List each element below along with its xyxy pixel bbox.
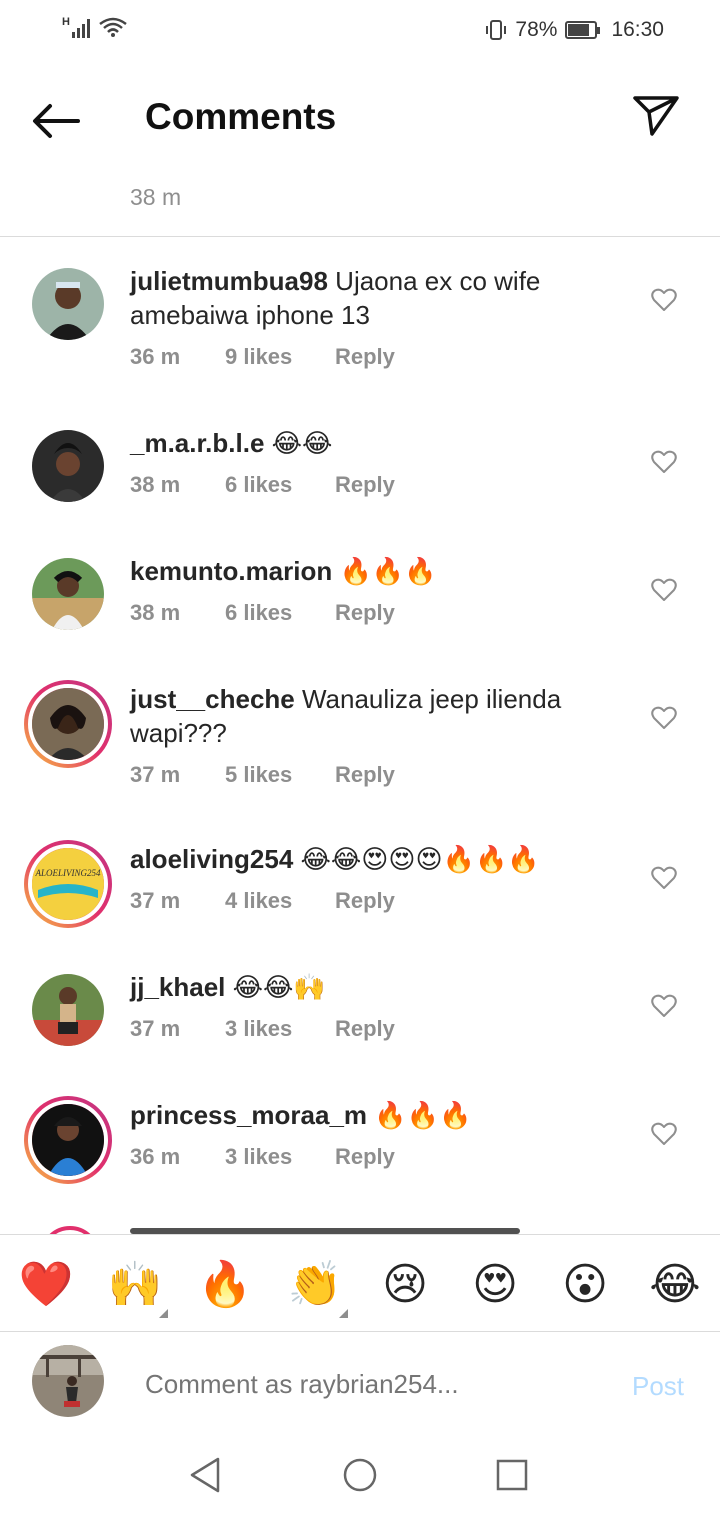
comment-username[interactable]: jj_khael <box>130 972 225 1002</box>
page-title: Comments <box>145 96 337 137</box>
share-send-icon[interactable] <box>632 94 680 138</box>
comment-body: 🔥🔥🔥 <box>367 1100 472 1130</box>
avatar[interactable] <box>32 558 104 630</box>
post-button[interactable]: Post <box>632 1371 684 1402</box>
comment-time: 38 m <box>130 600 181 625</box>
comment-time: 37 m <box>130 888 181 913</box>
clock: 16:30 <box>611 18 664 41</box>
comment-text: julietmumbua98 Ujaona ex co wife amebaiw… <box>130 264 600 332</box>
avatar[interactable] <box>32 974 104 1046</box>
comment-time: 36 m <box>130 344 181 369</box>
vibrate-icon <box>486 20 507 40</box>
like-heart-icon[interactable] <box>651 706 677 730</box>
like-heart-icon[interactable] <box>651 866 677 890</box>
comment-meta: 37 m 5 likes Reply <box>130 762 395 788</box>
comment-body: 😂😂🙌 <box>225 972 326 1002</box>
reply-button[interactable]: Reply <box>335 472 395 498</box>
comment-likes[interactable]: 3 likes <box>225 1016 335 1042</box>
partial-comment <box>0 1218 720 1234</box>
signal-area: H <box>62 16 128 38</box>
skin-tone-indicator <box>339 1309 348 1318</box>
system-nav-bar <box>0 1433 720 1520</box>
reply-button[interactable]: Reply <box>335 762 395 788</box>
reaction-emoji[interactable]: 🔥 <box>197 1259 253 1311</box>
comment-text: aloeliving254 😂😂😍😍😍🔥🔥🔥 <box>130 842 600 876</box>
status-bar: H 78% 16:30 <box>0 0 720 62</box>
my-avatar <box>32 1345 104 1417</box>
avatar[interactable] <box>24 680 112 768</box>
back-arrow-icon[interactable] <box>30 102 82 140</box>
battery-icon <box>565 21 601 39</box>
comment-username[interactable]: julietmumbua98 <box>130 266 328 296</box>
comment-likes[interactable]: 6 likes <box>225 472 335 498</box>
comment-input[interactable] <box>145 1369 605 1400</box>
reply-button[interactable]: Reply <box>335 600 395 626</box>
reaction-emoji[interactable]: 🙌 <box>107 1259 163 1311</box>
comment-body: 🔥🔥🔥 <box>332 556 437 586</box>
avatar[interactable] <box>32 430 104 502</box>
skin-tone-indicator <box>159 1309 168 1318</box>
comment-text: jj_khael 😂😂🙌 <box>130 970 600 1004</box>
network-type: H <box>62 16 70 28</box>
caption-timestamp: 38 m <box>130 184 182 210</box>
comment-meta: 36 m 9 likes Reply <box>130 344 395 370</box>
emoji-reaction-bar: ❤️ 🙌 🔥 👏 😢 😍 😮 😂 <box>0 1234 720 1332</box>
reaction-emoji[interactable]: 👏 <box>287 1259 343 1311</box>
comment-meta: 38 m 6 likes Reply <box>130 472 395 498</box>
comment-likes[interactable]: 5 likes <box>225 762 335 788</box>
like-heart-icon[interactable] <box>651 578 677 602</box>
reply-button[interactable]: Reply <box>335 1016 395 1042</box>
comment-username[interactable]: _m.a.r.b.l.e <box>130 428 264 458</box>
like-heart-icon[interactable] <box>651 450 677 474</box>
reply-button[interactable]: Reply <box>335 1144 395 1170</box>
avatar[interactable] <box>32 268 104 340</box>
comment-time: 37 m <box>130 762 181 787</box>
battery-percent: 78% <box>515 18 558 41</box>
comment-likes[interactable]: 3 likes <box>225 1144 335 1170</box>
like-heart-icon[interactable] <box>651 994 677 1018</box>
reaction-emoji[interactable]: 😂 <box>647 1259 703 1311</box>
comment-time: 36 m <box>130 1144 181 1169</box>
comment-meta: 38 m 6 likes Reply <box>130 600 395 626</box>
comment-body: 😂😂 <box>264 428 333 458</box>
comment-username[interactable]: just__cheche <box>130 684 295 714</box>
comment-likes[interactable]: 6 likes <box>225 600 335 626</box>
comment-likes[interactable]: 4 likes <box>225 888 335 914</box>
reply-button[interactable]: Reply <box>335 888 395 914</box>
svg-text:ALOELIVING254: ALOELIVING254 <box>35 868 101 878</box>
comment-text: princess_moraa_m 🔥🔥🔥 <box>130 1098 600 1132</box>
comment-username[interactable]: princess_moraa_m <box>130 1100 367 1130</box>
signal-icon <box>71 18 90 38</box>
like-heart-icon[interactable] <box>651 1122 677 1146</box>
nav-recents-icon[interactable] <box>492 1455 532 1495</box>
status-right: 78% 16:30 <box>485 18 664 42</box>
nav-home-icon[interactable] <box>340 1455 380 1495</box>
like-heart-icon[interactable] <box>651 288 677 312</box>
reaction-emoji[interactable]: 😮 <box>557 1259 613 1311</box>
comment-likes[interactable]: 9 likes <box>225 344 335 370</box>
avatar[interactable] <box>24 1096 112 1184</box>
comment-meta: 36 m 3 likes Reply <box>130 1144 395 1170</box>
comment-text: just__cheche Wanauliza jeep ilienda wapi… <box>130 682 600 750</box>
comment-time: 38 m <box>130 472 181 497</box>
comment-body: 😂😂😍😍😍🔥🔥🔥 <box>293 844 540 874</box>
comment-time: 37 m <box>130 1016 181 1041</box>
reaction-emoji[interactable]: ❤️ <box>18 1259 74 1311</box>
reply-button[interactable]: Reply <box>335 344 395 370</box>
comment-text: kemunto.marion 🔥🔥🔥 <box>130 554 600 588</box>
wifi-icon <box>99 17 127 37</box>
reaction-emoji[interactable]: 😍 <box>467 1259 523 1311</box>
avatar[interactable]: ALOELIVING254 <box>24 840 112 928</box>
comment-username[interactable]: kemunto.marion <box>130 556 332 586</box>
comment-meta: 37 m 3 likes Reply <box>130 1016 395 1042</box>
comment-composer: Post <box>0 1333 720 1433</box>
nav-back-icon[interactable] <box>186 1455 226 1495</box>
divider <box>0 236 720 237</box>
header: Comments <box>0 62 720 172</box>
comment-username[interactable]: aloeliving254 <box>130 844 293 874</box>
comment-text: _m.a.r.b.l.e 😂😂 <box>130 426 600 460</box>
comment-meta: 37 m 4 likes Reply <box>130 888 395 914</box>
reaction-emoji[interactable]: 😢 <box>377 1259 433 1311</box>
